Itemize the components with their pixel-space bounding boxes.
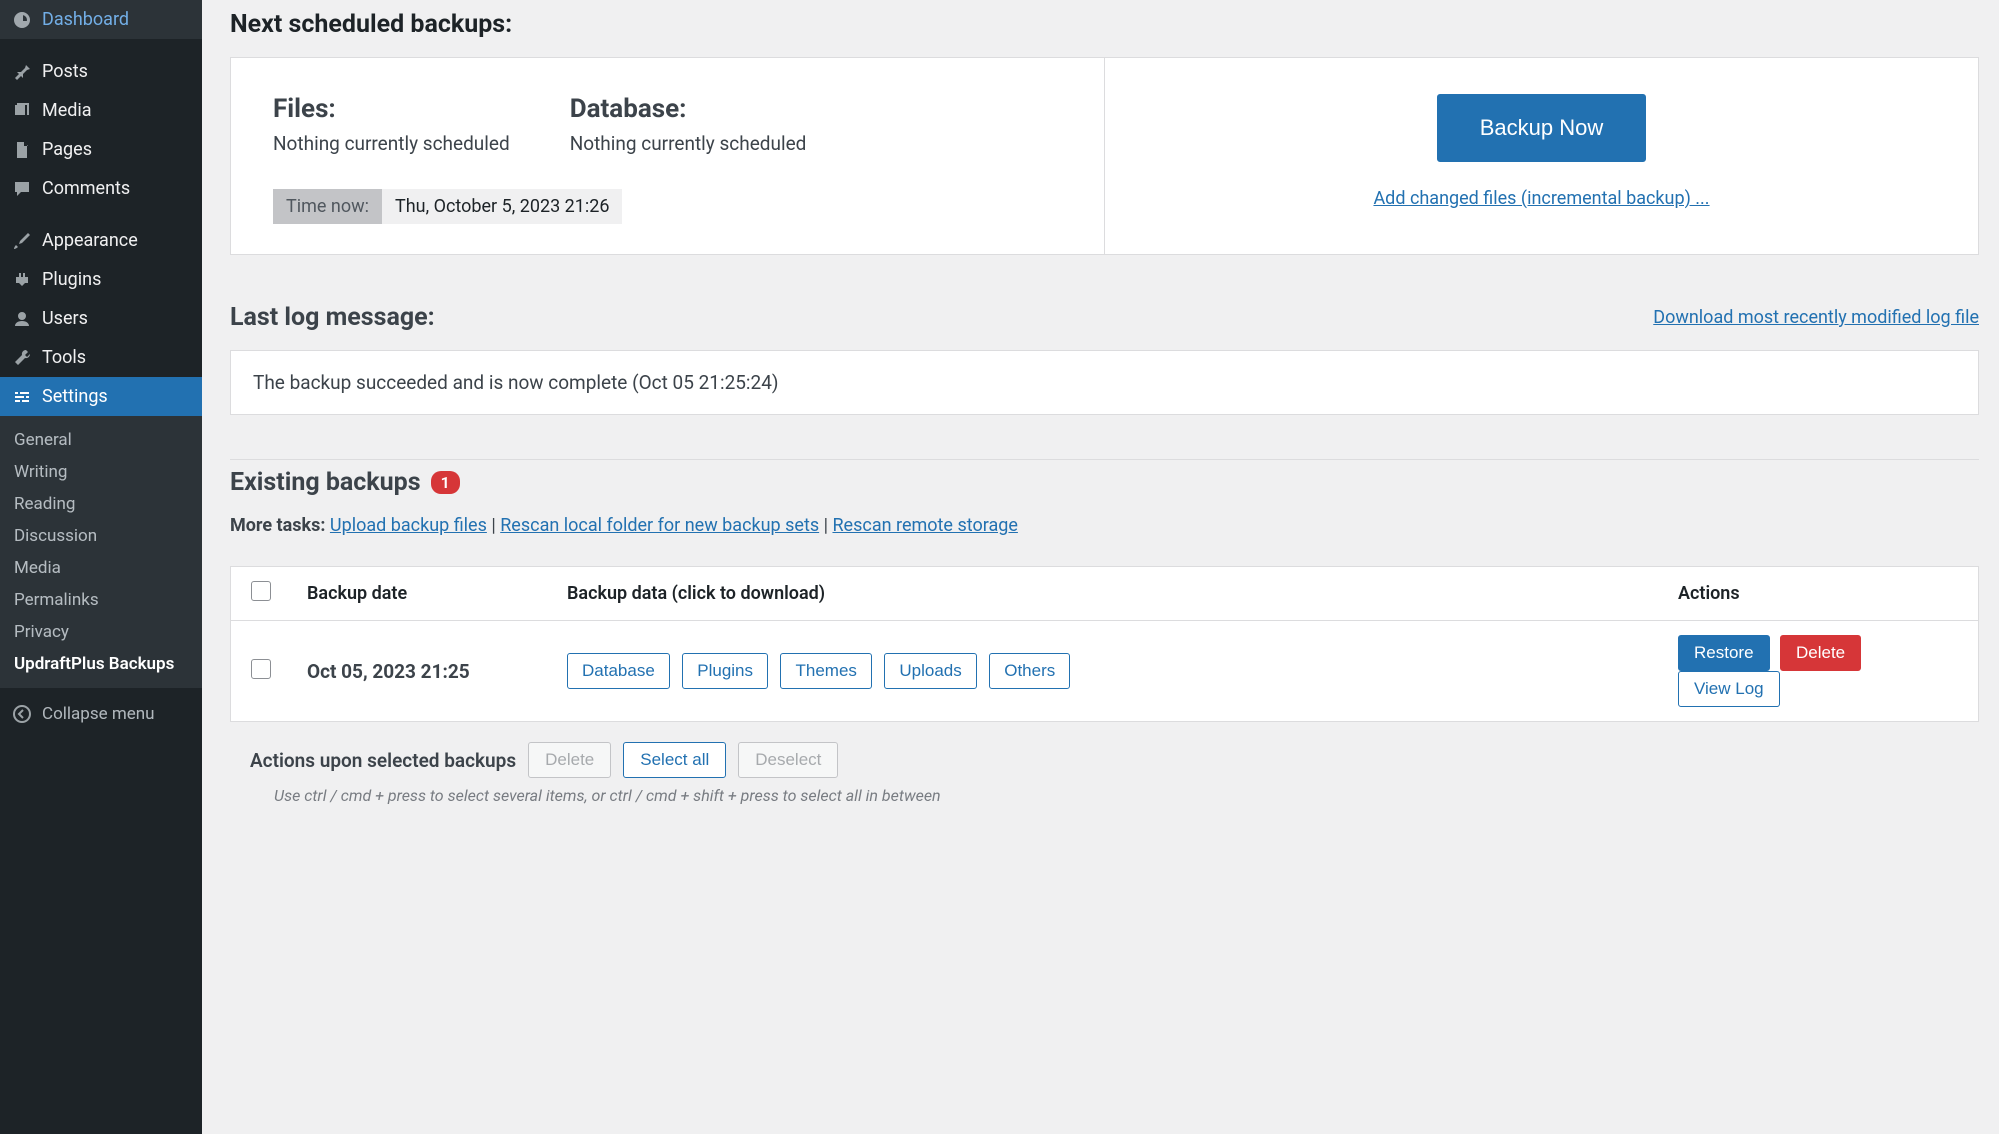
files-status: Nothing currently scheduled [273, 132, 510, 155]
rescan-remote-link[interactable]: Rescan remote storage [832, 515, 1017, 536]
sidebar-item-comments[interactable]: Comments [0, 169, 202, 208]
admin-sidebar: Dashboard Posts Media Pages Comments App… [0, 0, 202, 1134]
sidebar-item-label: Plugins [42, 269, 101, 290]
selected-actions-label: Actions upon selected backups [230, 749, 516, 772]
sidebar-item-label: Comments [42, 178, 130, 199]
delete-button[interactable]: Delete [1780, 635, 1861, 671]
sidebar-item-settings[interactable]: Settings [0, 377, 202, 416]
selected-actions: Actions upon selected backups Delete Sel… [230, 742, 1979, 778]
sidebar-item-label: Posts [42, 61, 88, 82]
submenu-general[interactable]: General [0, 424, 202, 456]
time-now: Time now: Thu, October 5, 2023 21:26 [273, 189, 622, 224]
collapse-menu[interactable]: Collapse menu [0, 694, 202, 734]
brush-icon [12, 231, 32, 251]
select-all-button[interactable]: Select all [623, 742, 726, 778]
pin-icon [12, 62, 32, 82]
download-log-link[interactable]: Download most recently modified log file [1653, 307, 1979, 328]
backups-table: Backup date Backup data (click to downlo… [230, 566, 1979, 722]
database-status: Nothing currently scheduled [570, 132, 807, 155]
backup-count-badge: 1 [431, 471, 460, 494]
sidebar-item-pages[interactable]: Pages [0, 130, 202, 169]
collapse-label: Collapse menu [42, 704, 155, 724]
sidebar-item-tools[interactable]: Tools [0, 338, 202, 377]
wrench-icon [12, 348, 32, 368]
submenu-permalinks[interactable]: Permalinks [0, 584, 202, 616]
sidebar-item-label: Pages [42, 139, 92, 160]
database-label: Database: [570, 94, 807, 124]
sidebar-item-label: Settings [42, 386, 108, 407]
submenu-reading[interactable]: Reading [0, 488, 202, 520]
selected-delete-button[interactable]: Delete [528, 742, 611, 778]
select-all-checkbox[interactable] [251, 581, 271, 601]
user-icon [12, 309, 32, 329]
sidebar-item-label: Media [42, 100, 92, 121]
sidebar-item-users[interactable]: Users [0, 299, 202, 338]
main-content: Next scheduled backups: Files: Nothing c… [202, 0, 1999, 1134]
table-row: Oct 05, 2023 21:25 Database Plugins Them… [231, 621, 1978, 721]
col-actions: Actions [1658, 569, 1978, 618]
time-now-label: Time now: [273, 189, 382, 224]
table-header: Backup date Backup data (click to downlo… [231, 567, 1978, 621]
collapse-icon [12, 704, 32, 724]
backup-data-chips: Database Plugins Themes Uploads Others [547, 639, 1658, 703]
sidebar-item-posts[interactable]: Posts [0, 52, 202, 91]
media-icon [12, 101, 32, 121]
existing-heading: Existing backups [230, 468, 421, 497]
sidebar-item-label: Tools [42, 347, 86, 368]
page-icon [12, 140, 32, 160]
download-uploads-button[interactable]: Uploads [884, 653, 976, 689]
row-actions: Restore Delete View Log [1658, 621, 1978, 721]
comment-icon [12, 179, 32, 199]
files-label: Files: [273, 94, 510, 124]
scheduled-heading: Next scheduled backups: [230, 10, 1979, 39]
sidebar-item-media[interactable]: Media [0, 91, 202, 130]
submenu-privacy[interactable]: Privacy [0, 616, 202, 648]
restore-button[interactable]: Restore [1678, 635, 1770, 671]
time-now-value: Thu, October 5, 2023 21:26 [382, 189, 622, 224]
download-others-button[interactable]: Others [989, 653, 1070, 689]
submenu-media[interactable]: Media [0, 552, 202, 584]
log-message: The backup succeeded and is now complete… [230, 350, 1979, 415]
more-tasks-label: More tasks: [230, 515, 325, 536]
upload-backup-link[interactable]: Upload backup files [330, 515, 487, 536]
sidebar-item-appearance[interactable]: Appearance [0, 221, 202, 260]
submenu-updraftplus[interactable]: UpdraftPlus Backups [0, 648, 202, 680]
col-data: Backup data (click to download) [547, 569, 1658, 618]
incremental-backup-link[interactable]: Add changed files (incremental backup) .… [1373, 188, 1709, 209]
more-tasks: More tasks: Upload backup files | Rescan… [230, 515, 1979, 536]
download-plugins-button[interactable]: Plugins [682, 653, 768, 689]
dashboard-icon [12, 10, 32, 30]
backup-date: Oct 05, 2023 21:25 [287, 646, 547, 697]
deselect-button[interactable]: Deselect [738, 742, 838, 778]
view-log-button[interactable]: View Log [1678, 671, 1780, 707]
divider [230, 459, 1979, 460]
download-themes-button[interactable]: Themes [780, 653, 871, 689]
selection-hint: Use ctrl / cmd + press to select several… [230, 786, 1979, 805]
sidebar-item-dashboard[interactable]: Dashboard [0, 0, 202, 39]
sidebar-item-label: Dashboard [42, 9, 129, 30]
scheduled-box: Files: Nothing currently scheduled Datab… [230, 57, 1979, 255]
col-date: Backup date [287, 569, 547, 618]
settings-submenu: General Writing Reading Discussion Media… [0, 416, 202, 688]
rescan-local-link[interactable]: Rescan local folder for new backup sets [500, 515, 819, 536]
sidebar-item-label: Appearance [42, 230, 138, 251]
log-heading: Last log message: [230, 303, 435, 332]
row-checkbox[interactable] [251, 659, 271, 679]
submenu-discussion[interactable]: Discussion [0, 520, 202, 552]
backup-now-button[interactable]: Backup Now [1437, 94, 1647, 162]
sliders-icon [12, 387, 32, 407]
download-database-button[interactable]: Database [567, 653, 670, 689]
submenu-writing[interactable]: Writing [0, 456, 202, 488]
sidebar-item-plugins[interactable]: Plugins [0, 260, 202, 299]
plugin-icon [12, 270, 32, 290]
sidebar-item-label: Users [42, 308, 88, 329]
